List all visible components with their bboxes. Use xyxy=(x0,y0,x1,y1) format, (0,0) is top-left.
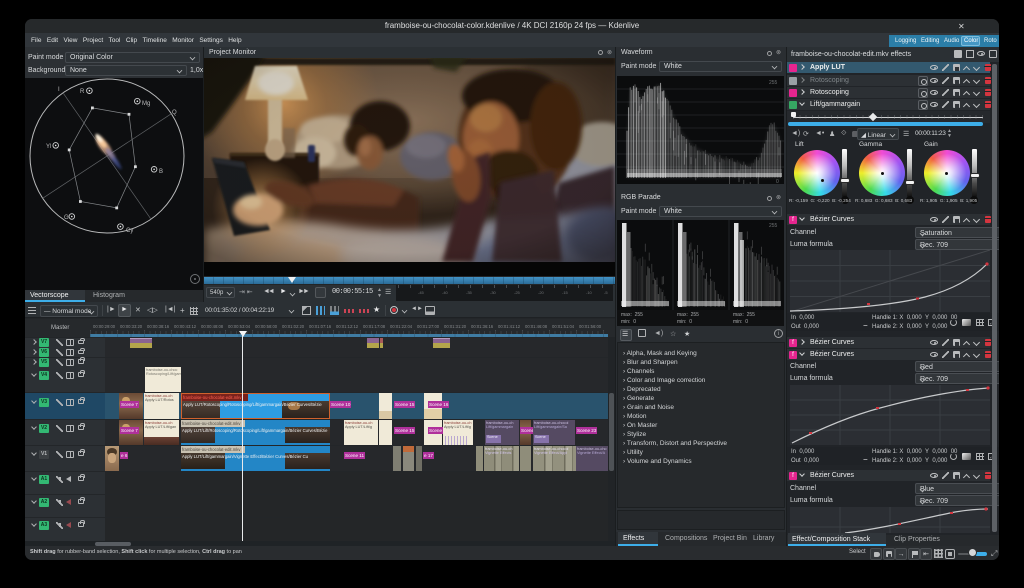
svg-text:R: R xyxy=(80,89,85,95)
svg-text:Q: Q xyxy=(172,110,177,116)
svg-text:Yl: Yl xyxy=(46,144,51,150)
svg-text:Cy: Cy xyxy=(126,228,133,234)
svg-text:G: G xyxy=(64,215,69,221)
svg-text:Mg: Mg xyxy=(142,101,150,107)
svg-text:B: B xyxy=(159,169,163,175)
svg-text:255: 255 xyxy=(769,223,778,229)
svg-text:0: 0 xyxy=(776,179,779,184)
svg-text:255: 255 xyxy=(769,80,778,86)
